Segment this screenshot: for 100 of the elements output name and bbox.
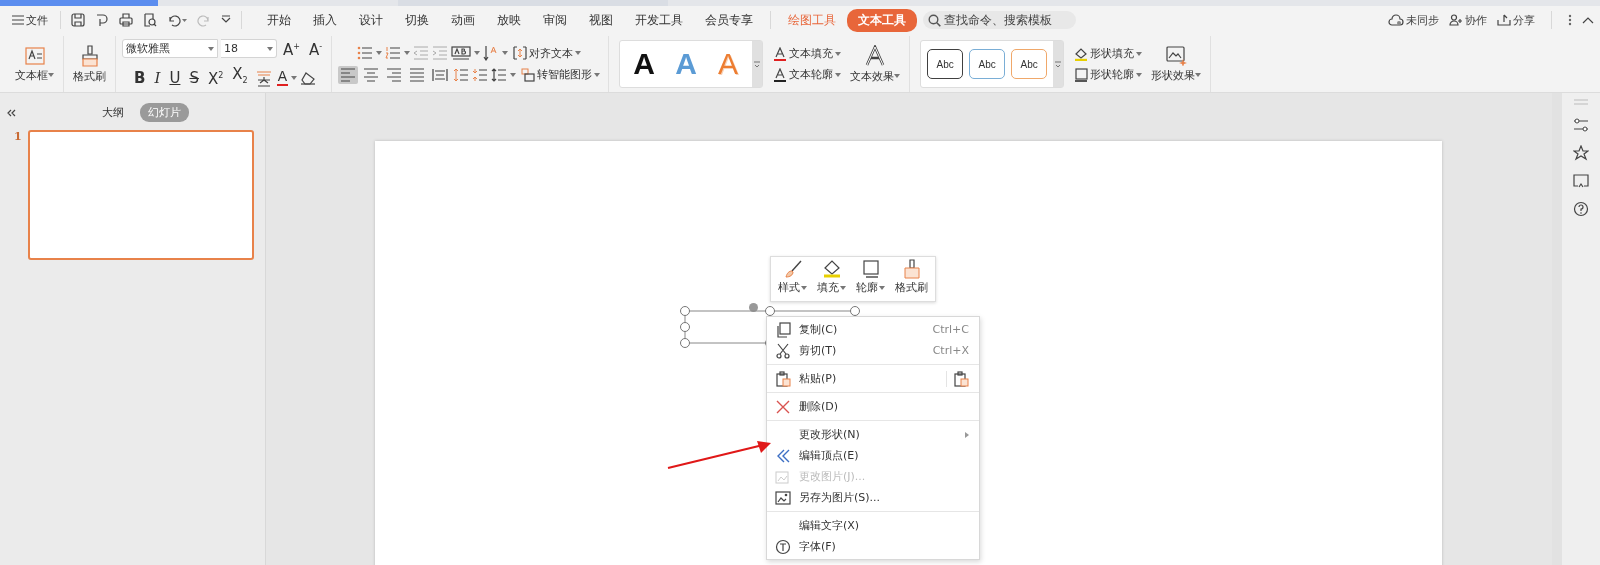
shrink-font-button[interactable]: A$^{-}$ <box>305 37 326 60</box>
ribbon-tab[interactable]: 切换 <box>394 8 440 32</box>
menu-item[interactable]: 更改形状(N) <box>767 424 979 445</box>
print-preview-icon[interactable] <box>143 13 157 27</box>
paste-icon[interactable] <box>953 370 969 387</box>
text-box-icon <box>23 45 46 66</box>
more-icon[interactable] <box>221 15 231 25</box>
save-icon[interactable] <box>71 13 85 27</box>
file-menu[interactable]: 文件 <box>10 11 50 29</box>
toolbar-button[interactable]: 轮廓 <box>853 259 888 299</box>
text-effects-icon <box>864 44 887 67</box>
caret-icon <box>376 51 383 55</box>
caret-icon <box>835 51 842 56</box>
panel-tab[interactable]: 大纲 <box>94 103 132 122</box>
ribbon-tab[interactable]: 开始 <box>256 8 302 32</box>
print-icon[interactable] <box>119 13 133 27</box>
star-icon[interactable] <box>1573 145 1589 161</box>
ribbon-button[interactable]: 文本轮廓 <box>771 66 844 83</box>
caret-icon <box>575 51 582 55</box>
shape-style-swatch[interactable]: Abc <box>1011 49 1048 79</box>
font-size-field[interactable]: 18 <box>221 39 277 58</box>
toolbar-button[interactable]: 填充 <box>814 259 849 299</box>
ribbon-tab[interactable]: 视图 <box>578 8 624 32</box>
toolbar-button[interactable]: 样式 <box>775 259 810 299</box>
menu-item[interactable]: 编辑文字(X) <box>767 515 979 536</box>
toolbar-button[interactable]: 分享 <box>1497 12 1535 28</box>
undo-icon[interactable] <box>167 13 187 27</box>
ribbon-tab[interactable]: 开发工具 <box>624 8 694 32</box>
align-text-icon <box>513 46 528 60</box>
rotate-handle[interactable] <box>749 303 758 312</box>
collapse-icon[interactable] <box>1582 16 1594 24</box>
text-direction-icon[interactable] <box>451 46 472 60</box>
ribbon-tab[interactable]: 审阅 <box>532 8 578 32</box>
delete-icon <box>775 398 791 415</box>
ribbon-tab[interactable]: 插入 <box>302 8 348 32</box>
ribbon-tab[interactable]: 动画 <box>440 8 486 32</box>
alignment-button[interactable] <box>338 65 359 84</box>
cloud-icon <box>1388 14 1404 26</box>
numbered-list-icon[interactable] <box>385 46 402 60</box>
line-spacing-icon[interactable] <box>453 67 470 82</box>
screen-icon[interactable] <box>1573 174 1589 188</box>
caret-icon <box>510 72 517 77</box>
font-name-field[interactable]: 微软雅黑 <box>122 39 218 58</box>
collapse-panel-icon[interactable] <box>6 108 16 117</box>
ribbon-tab[interactable]: 设计 <box>348 8 394 32</box>
grow-font-button[interactable]: A$^{+}$ <box>280 37 303 60</box>
align-center-icon <box>363 66 380 83</box>
ribbon-button[interactable]: 文本效果 <box>847 42 904 86</box>
toolbar-button[interactable]: 未同步 <box>1388 12 1439 28</box>
ribbon-button[interactable]: 文本填充 <box>771 45 844 62</box>
caret-icon <box>48 73 54 77</box>
ribbon-button[interactable]: 形状效果 <box>1148 43 1205 85</box>
ribbon-button[interactable]: 形状轮廓 <box>1072 66 1145 83</box>
search-field[interactable]: 查找命令、搜索模板 <box>923 11 1076 29</box>
sliders-icon[interactable] <box>1573 118 1589 132</box>
font-color-button[interactable]: A <box>276 69 289 86</box>
slide-thumbnail[interactable] <box>28 130 254 260</box>
ribbon-tab[interactable]: 放映 <box>486 8 532 32</box>
spacing-menu-icon[interactable] <box>491 67 508 82</box>
font-icon <box>775 538 791 555</box>
help-icon[interactable] <box>1573 201 1589 217</box>
text-outline-icon <box>773 67 788 82</box>
copy-icon <box>775 321 791 338</box>
format-button[interactable]: I <box>151 67 164 88</box>
format-button[interactable]: X$^{2}$ <box>204 66 227 89</box>
add-user-icon <box>1449 14 1463 26</box>
bullet-list-icon[interactable] <box>357 46 374 60</box>
slide-number: 1 <box>14 130 22 145</box>
ribbon-tab[interactable]: 会员专享 <box>694 8 764 32</box>
more-icon[interactable] <box>1568 14 1572 26</box>
menu-item[interactable]: 复制(C) Ctrl+C <box>767 319 979 340</box>
align-right-icon <box>386 66 403 83</box>
eraser-icon[interactable] <box>300 70 317 85</box>
menu-item[interactable]: 另存为图片(S)... <box>767 487 979 508</box>
smart-graphic-icon <box>521 67 536 82</box>
ribbon-button[interactable]: 形状填充 <box>1072 45 1145 62</box>
ribbon-button[interactable]: 格式刷 <box>70 42 109 86</box>
ribbon-button[interactable]: 文本框 <box>12 43 57 85</box>
distribute-icon <box>432 66 449 83</box>
scroll-icon[interactable] <box>754 60 761 68</box>
shape-style-swatch[interactable]: Abc <box>969 49 1006 79</box>
menu-item[interactable]: 删除(D) <box>767 396 979 417</box>
export-icon[interactable] <box>95 13 109 27</box>
toolbar-button[interactable]: 协作 <box>1449 12 1487 28</box>
shape-style-swatch[interactable]: Abc <box>927 49 964 79</box>
caret-icon <box>291 75 298 80</box>
ribbon-button[interactable]: 对齐文本 <box>511 44 584 62</box>
caret-icon <box>1136 51 1143 56</box>
menu-item[interactable]: 粘贴(P) <box>767 368 979 389</box>
format-button[interactable]: B <box>131 67 149 88</box>
format-button[interactable]: S <box>186 67 202 88</box>
scroll-icon[interactable] <box>1055 60 1062 68</box>
menu-item[interactable]: 字体(F) <box>767 536 979 557</box>
format-button[interactable]: X$_{2}$ <box>229 64 251 91</box>
toolbar-button[interactable]: 格式刷 <box>892 259 931 299</box>
paint-brush-icon <box>79 44 100 67</box>
menu-item[interactable]: 剪切(T) Ctrl+X <box>767 340 979 361</box>
format-button[interactable]: U <box>166 67 184 88</box>
menu-item[interactable]: 编辑顶点(E) <box>767 445 979 466</box>
ribbon-button[interactable]: 转智能图形 <box>519 66 603 83</box>
